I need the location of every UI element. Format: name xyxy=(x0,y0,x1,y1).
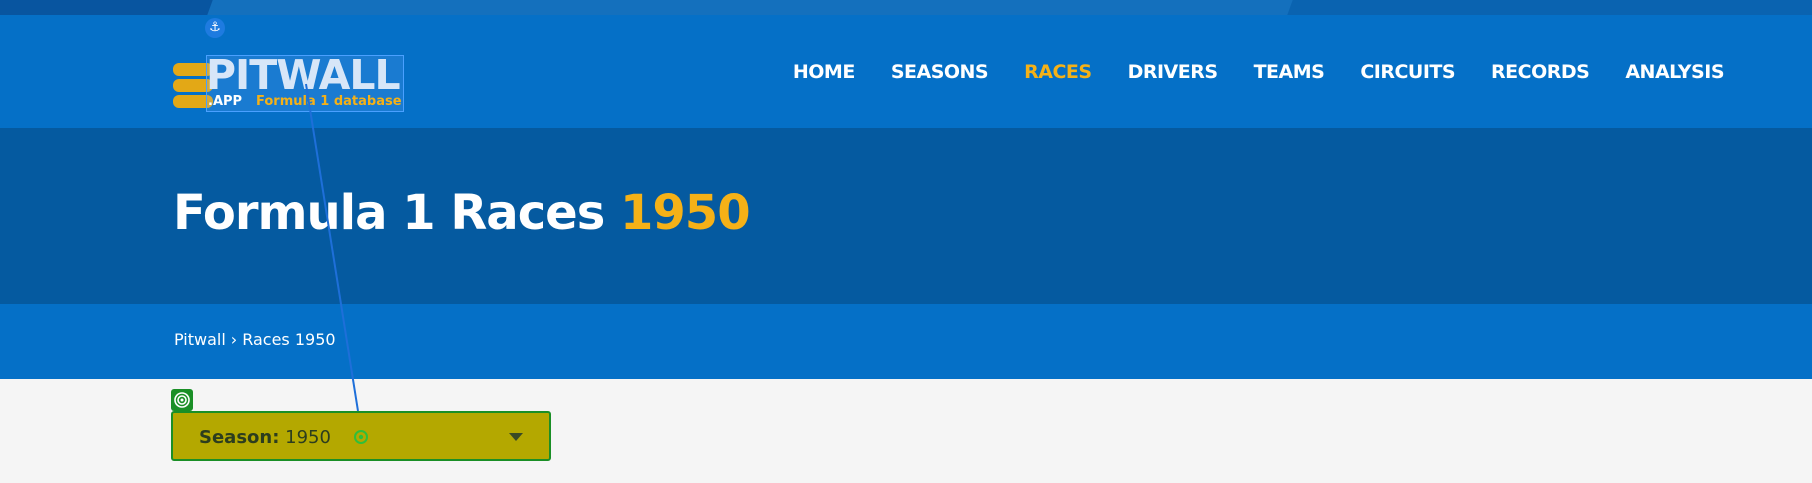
nav-records[interactable]: RECORDS xyxy=(1491,61,1590,83)
logo-tagline: Formula 1 database xyxy=(256,94,402,109)
chevron-down-icon xyxy=(509,433,523,441)
season-select-caption: Season: xyxy=(199,427,280,448)
page-title-text: Formula 1 Races xyxy=(173,185,605,241)
anchor-icon: ⚓ xyxy=(205,18,225,38)
site-logo[interactable]: PITWALL .APP Formula 1 database xyxy=(173,51,404,115)
target-icon xyxy=(352,428,370,446)
nav-seasons[interactable]: SEASONS xyxy=(891,61,989,83)
breadcrumb-separator: › xyxy=(230,330,238,349)
breadcrumb-bar: Pitwall › Races 1950 xyxy=(0,304,1812,379)
nav-drivers[interactable]: DRIVERS xyxy=(1128,61,1218,83)
top-strip xyxy=(0,0,1812,15)
hero-banner: Formula 1 Races 1950 xyxy=(0,128,1812,304)
breadcrumb-current: Races 1950 xyxy=(242,330,336,349)
breadcrumb-home[interactable]: Pitwall xyxy=(174,330,226,349)
logo-app-suffix: .APP xyxy=(208,94,243,109)
nav-teams[interactable]: TEAMS xyxy=(1254,61,1325,83)
page-title: Formula 1 Races 1950 xyxy=(173,185,751,241)
nav-circuits[interactable]: CIRCUITS xyxy=(1360,61,1455,83)
top-strip-left xyxy=(0,0,220,15)
season-select-value: 1950 xyxy=(285,427,331,448)
nav-home[interactable]: HOME xyxy=(793,61,855,83)
logo-wordmark: PITWALL xyxy=(206,51,401,99)
nav-analysis[interactable]: ANALYSIS xyxy=(1625,61,1724,83)
target-badge-icon xyxy=(171,389,193,411)
season-select-label: Season: 1950 xyxy=(199,427,331,448)
breadcrumb: Pitwall › Races 1950 xyxy=(174,330,336,349)
main-nav: HOME SEASONS RACES DRIVERS TEAMS CIRCUIT… xyxy=(757,15,1725,128)
nav-races[interactable]: RACES xyxy=(1024,61,1092,83)
page-title-year: 1950 xyxy=(620,185,751,241)
top-strip-mid xyxy=(207,0,1293,15)
